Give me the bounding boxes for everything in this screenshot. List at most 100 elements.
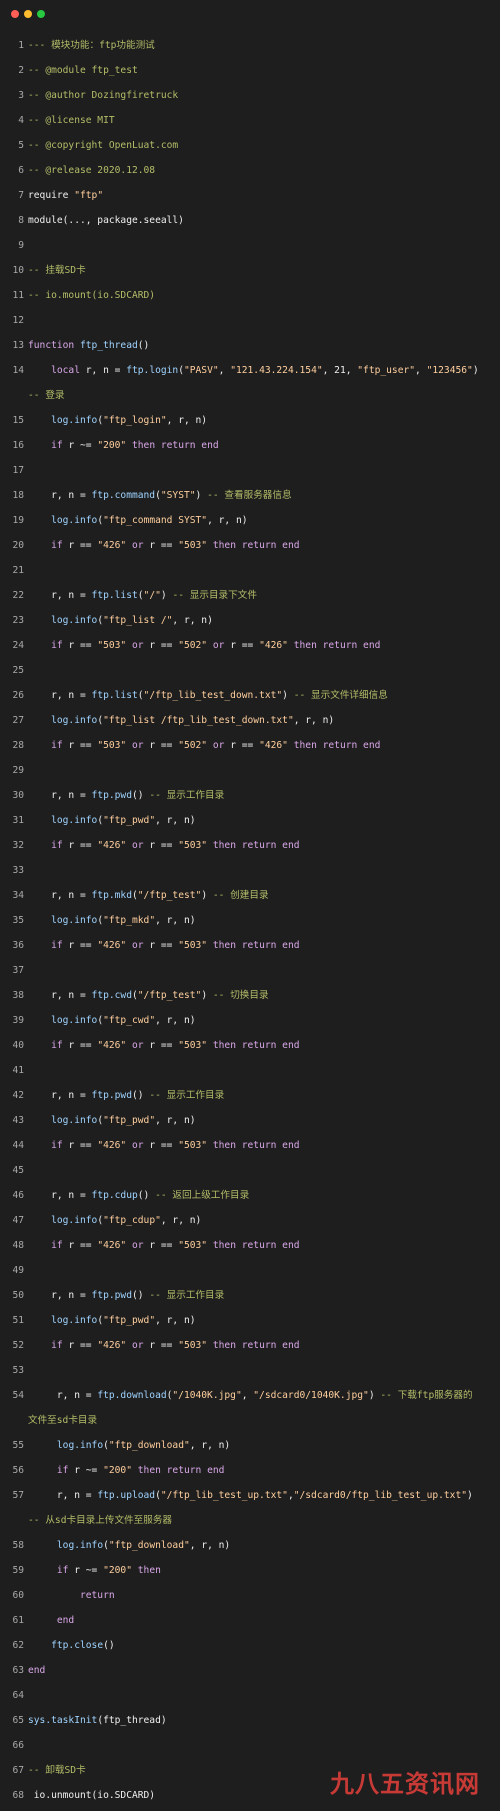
code-text: r, n = ftp.mkd("/ftp_test") -- 创建目录 (28, 883, 268, 908)
code-token: (ftp_thread) (97, 1715, 167, 1726)
code-editor[interactable]: 1 --- 模块功能：ftp功能测试 2 -- @module ftp_test 3 --… (0, 33, 500, 1808)
line-number: 32 (12, 840, 24, 851)
code-token: "/" (143, 590, 161, 601)
code-token: ftp.pwd (91, 1290, 132, 1301)
code-text: sys.taskInit(ftp_thread) (28, 1708, 167, 1733)
code-text: r, n = ftp.pwd() -- 显示工作目录 (28, 1083, 224, 1108)
code-line: 5 -- @copyright OpenLuat.com (0, 133, 500, 158)
code-token: r == (143, 1340, 179, 1351)
line-number: 50 (12, 1290, 24, 1301)
code-token: "ftp_download" (108, 1540, 190, 1551)
maximize-icon[interactable] (37, 10, 45, 18)
code-line: 10 -- 挂载SD卡 (0, 258, 500, 283)
code-token: () (137, 1190, 156, 1201)
code-token: ftp_thread (79, 340, 138, 351)
code-token: ftp.download (97, 1390, 167, 1401)
code-token: then return end (132, 1465, 225, 1476)
code-token: r == (143, 940, 179, 951)
code-text: -- @release 2020.12.08 (28, 158, 155, 183)
code-token: r == (143, 640, 179, 651)
code-token: "503" (178, 1140, 208, 1151)
code-text: -- 挂载SD卡 (28, 258, 86, 283)
code-token: ftp.list (91, 690, 138, 701)
code-line: 55 log.info("ftp_download", r, n) (0, 1433, 500, 1458)
line-number: 23 (12, 615, 24, 626)
code-token: log.info (51, 615, 98, 626)
code-token: sys.taskInit (28, 1715, 98, 1726)
code-token: r, n = (28, 1290, 92, 1301)
code-line: 60 return (0, 1583, 500, 1608)
code-token: r == (143, 540, 179, 551)
code-token: then return end (207, 540, 300, 551)
line-number: 26 (12, 690, 24, 701)
code-token: log.info (51, 415, 98, 426)
code-token: "123456" (426, 365, 473, 376)
code-text: if r == "426" or r == "503" then return … (28, 1233, 299, 1258)
code-text: -- @author Dozingfiretruck (28, 83, 178, 108)
code-line: 11 -- io.mount(io.SDCARD) (0, 283, 500, 308)
code-text: r, n = ftp.list("/") -- 显示目录下文件 (28, 583, 257, 608)
code-token: () (131, 1290, 150, 1301)
line-number: 60 (12, 1590, 24, 1601)
line-number: 22 (12, 590, 24, 601)
code-token: if (51, 1240, 63, 1251)
line-number: 62 (12, 1640, 24, 1651)
line-number: 45 (12, 1165, 24, 1176)
code-line: 63 end (0, 1658, 500, 1683)
code-token: ftp.list (91, 590, 138, 601)
code-token: -- @copyright OpenLuat.com (28, 140, 179, 151)
code-token: "426" (97, 540, 127, 551)
watermark-logo: 九八五资讯网 (330, 1770, 480, 1798)
code-token: -- 显示工作目录 (149, 1090, 225, 1101)
code-token: -- @module ftp_test (28, 65, 138, 76)
code-token: , r, n) (293, 715, 335, 726)
code-token: -- 返回上级工作目录 (155, 1190, 250, 1201)
code-token: () (137, 340, 150, 351)
code-token: () (103, 1640, 115, 1651)
code-token: "SYST" (160, 490, 196, 501)
line-number: 43 (12, 1115, 24, 1126)
code-token: r == (62, 1040, 98, 1051)
code-token: , r, n) (207, 515, 248, 526)
line-number: 40 (12, 1040, 24, 1051)
code-token: then (132, 1565, 161, 1576)
code-token: -- 显示工作目录 (149, 1290, 225, 1301)
code-text: end (28, 1608, 74, 1633)
code-token: or (126, 1040, 144, 1051)
code-line: 24 if r == "503" or r == "502" or r == "… (0, 633, 500, 658)
code-line: 4 -- @license MIT (0, 108, 500, 133)
line-number: 56 (12, 1465, 24, 1476)
code-text: -- @copyright OpenLuat.com (28, 133, 178, 158)
code-token: r, n = (28, 790, 92, 801)
code-token: "ftp_login" (103, 415, 167, 426)
code-token: if (51, 740, 63, 751)
code-token: if (51, 440, 63, 451)
minimize-icon[interactable] (24, 10, 32, 18)
code-token: "503" (178, 940, 208, 951)
code-token: ) (201, 890, 213, 901)
code-token: if (51, 640, 63, 651)
code-token: "503" (97, 740, 127, 751)
code-token: r == (62, 1340, 98, 1351)
code-token: "426" (97, 840, 127, 851)
line-number: 49 (12, 1265, 24, 1276)
code-token: log.info (51, 815, 98, 826)
code-token: "ftp_pwd" (103, 815, 156, 826)
code-text: r, n = ftp.cdup() -- 返回上级工作目录 (28, 1183, 249, 1208)
code-line: 8 module(..., package.seeall) (0, 208, 500, 233)
code-token: log.info (51, 1015, 98, 1026)
code-line: 34 r, n = ftp.mkd("/ftp_test") -- 创建目录 (0, 883, 500, 908)
code-line: 16 if r ~= "200" then return end (0, 433, 500, 458)
code-token: ftp.command (91, 490, 156, 501)
code-line: 45 (0, 1158, 500, 1183)
line-number: 17 (12, 465, 24, 476)
code-token: "/1040K.jpg" (172, 1390, 242, 1401)
close-icon[interactable] (11, 10, 19, 18)
code-text: 文件至sd卡目录 (28, 1408, 97, 1433)
code-token: ftp.cwd (91, 990, 132, 1001)
code-line: 51 log.info("ftp_pwd", r, n) (0, 1308, 500, 1333)
